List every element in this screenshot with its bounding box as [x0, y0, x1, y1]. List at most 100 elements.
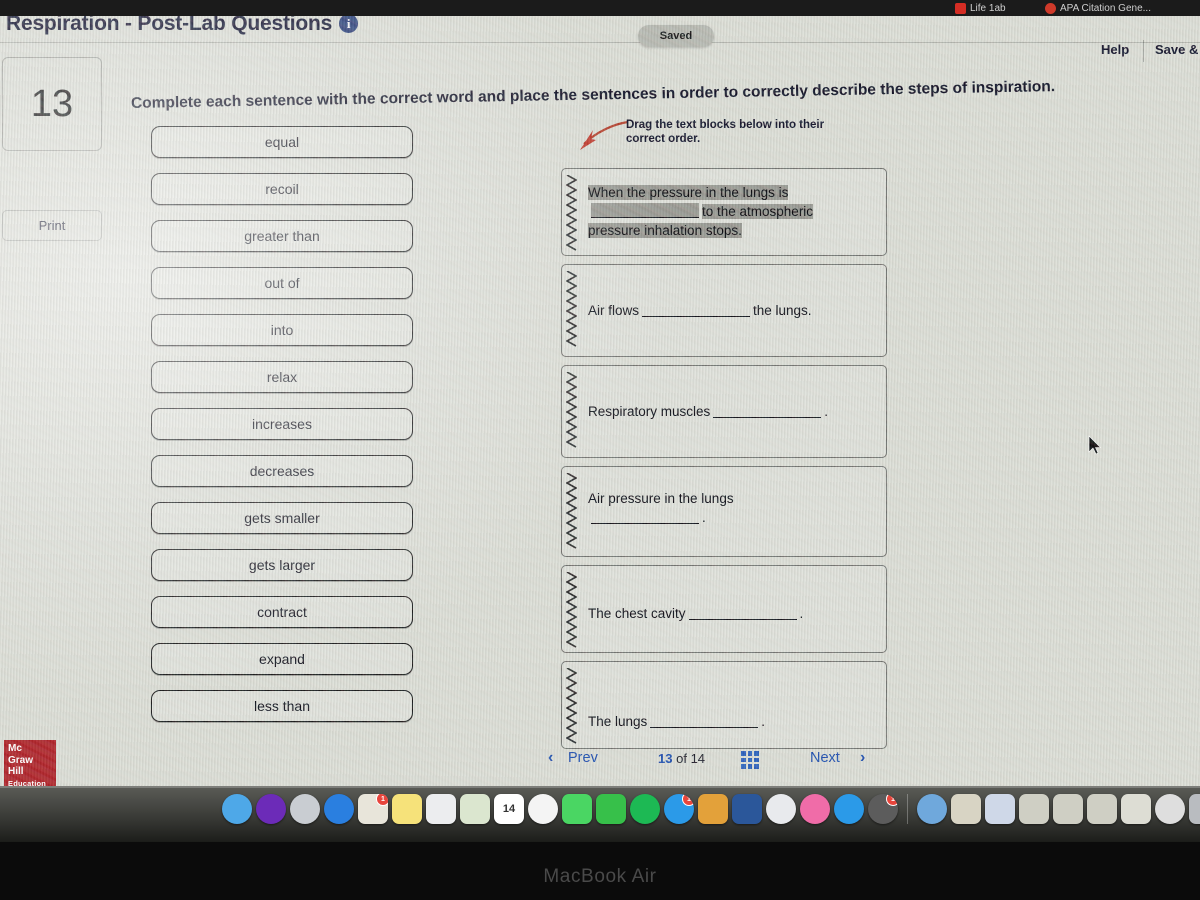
grid-view-icon[interactable] [741, 751, 759, 769]
sentence-part-1: Air pressure in the lungs [588, 491, 734, 506]
dock-icon-itunes[interactable] [800, 794, 830, 824]
curved-arrow-icon [580, 120, 629, 150]
dock-icon-news-document[interactable] [951, 794, 981, 824]
logo-line-4: Education [8, 778, 47, 787]
word-block[interactable]: expand [151, 643, 413, 675]
word-block[interactable]: greater than [151, 220, 413, 252]
sentence-part-1: Air flows [588, 303, 640, 318]
dock-icon-maps[interactable] [460, 794, 490, 824]
word-block[interactable]: decreases [151, 455, 413, 487]
dock-separator [907, 794, 908, 824]
dock-icon-download-2[interactable] [1053, 794, 1083, 824]
word-block[interactable]: recoil [151, 173, 413, 205]
dock-icon-label: 14 [502, 803, 516, 815]
sentence-part-2: . [824, 404, 829, 419]
dock-icon-safari[interactable] [324, 794, 354, 824]
macos-dock: 1 14 1 1 [0, 786, 1200, 842]
dock-icon-photos[interactable] [528, 794, 558, 824]
sentence-text: Air flows the lungs. [588, 275, 874, 320]
drag-hint-line-1: Drag the text blocks below into their [626, 119, 825, 131]
drag-handle-icon[interactable] [566, 473, 577, 549]
sentence-block[interactable]: The lungs. [561, 661, 887, 749]
blank-slot[interactable] [713, 403, 822, 418]
blank-slot[interactable] [642, 302, 751, 317]
sentence-part-2: to the atmospheric [702, 204, 814, 219]
browser-tab-apa-citation[interactable]: APA Citation Gene... [1045, 0, 1151, 16]
word-block[interactable]: contract [151, 596, 413, 628]
sentence-text: When the pressure in the lungs is to the… [588, 179, 874, 240]
dock-icon-finder[interactable] [222, 794, 252, 824]
next-chevron-icon[interactable]: › [860, 749, 865, 767]
blank-slot[interactable] [650, 713, 759, 728]
dock-icon-download-3[interactable] [1087, 794, 1117, 824]
drag-handle-icon[interactable] [566, 175, 577, 251]
drag-handle-icon[interactable] [566, 372, 577, 448]
sentence-part-2: . [761, 714, 766, 729]
drag-handle-icon[interactable] [566, 572, 577, 648]
status-badge: Saved [638, 25, 714, 47]
prev-button[interactable]: Prev [568, 750, 598, 766]
dock-icon-badge: 1 [682, 794, 694, 806]
word-block[interactable]: less than [151, 690, 413, 722]
next-button[interactable]: Next [810, 750, 840, 766]
sentence-block[interactable]: The chest cavity. [561, 565, 887, 653]
word-block[interactable]: into [151, 314, 413, 346]
sentence-text: The lungs. [588, 672, 874, 731]
word-block[interactable]: out of [151, 267, 413, 299]
laptop-screen: Life 1ab APA Citation Gene... Respiratio… [0, 0, 1200, 900]
print-button[interactable]: Print [2, 210, 102, 241]
dock-icon-siri[interactable] [256, 794, 286, 824]
word-block[interactable]: increases [151, 408, 413, 440]
instruction-text: Complete each sentence with the correct … [130, 78, 1056, 112]
word-block[interactable]: equal [151, 126, 413, 158]
sentence-block[interactable]: Air flows the lungs. [561, 264, 887, 357]
sentence-block[interactable]: When the pressure in the lungs is to the… [561, 168, 887, 256]
dock-icon-messages-blue[interactable]: 1 [664, 794, 694, 824]
dock-icon-calendar[interactable]: 14 [494, 794, 524, 824]
dock-icon-chrome-document[interactable] [1155, 794, 1185, 824]
dock-icon-textedit-document[interactable] [1121, 794, 1151, 824]
drag-handle-icon[interactable] [566, 668, 577, 744]
sentence-block[interactable]: Air pressure in the lungs . [561, 466, 887, 557]
laptop-model-label: MacBook Air [543, 866, 657, 887]
help-button[interactable]: Help [1101, 42, 1129, 57]
current-page: 13 [658, 751, 673, 766]
dock-icon-app-store[interactable] [834, 794, 864, 824]
blank-slot[interactable] [591, 509, 699, 524]
word-block[interactable]: gets smaller [151, 502, 413, 534]
blank-slot[interactable] [591, 203, 699, 218]
tab-title: APA Citation Gene... [1060, 2, 1151, 14]
dock-icon-trash[interactable] [1189, 794, 1200, 824]
dock-icon-spotify[interactable] [630, 794, 660, 824]
tab-favicon [955, 2, 966, 14]
dock-icon-system-preferences[interactable]: 1 [868, 794, 898, 824]
browser-tab-life-lab[interactable]: Life 1ab [955, 0, 1006, 16]
dock-icon-folder[interactable] [698, 794, 728, 824]
prev-chevron-icon[interactable]: ‹ [548, 749, 553, 767]
dock-icon-facetime[interactable] [596, 794, 626, 824]
info-icon[interactable]: i [339, 16, 359, 33]
dock-icon-word[interactable] [732, 794, 762, 824]
save-and-exit-button[interactable]: Save & [1155, 42, 1198, 57]
dock-icon-reminders[interactable] [426, 794, 456, 824]
sentence-drop-column: When the pressure in the lungs is to the… [561, 168, 887, 757]
dock-icon-mail[interactable]: 1 [358, 794, 388, 824]
pagination-nav: ‹ Prev 13 of 14 Next › [548, 747, 888, 773]
blank-slot[interactable] [688, 605, 797, 620]
dock-icon-notes[interactable] [392, 794, 422, 824]
dock-icon-launchpad[interactable] [290, 794, 320, 824]
word-block[interactable]: relax [151, 361, 413, 393]
dock-icon-chrome[interactable] [766, 794, 796, 824]
mcgraw-hill-logo: Mc Graw Hill Education [4, 740, 56, 786]
dock-icon-download-1[interactable] [1019, 794, 1049, 824]
page-counter: 13 of 14 [658, 751, 705, 766]
dock-icon-messages[interactable] [562, 794, 592, 824]
word-block[interactable]: gets larger [151, 549, 413, 581]
dock-icon-globe-document[interactable] [917, 794, 947, 824]
sentence-part-1: Respiratory muscles [588, 404, 711, 419]
sentence-part-1: When the pressure in the lungs is [588, 185, 789, 200]
dock-icon-blue-document[interactable] [985, 794, 1015, 824]
drag-handle-icon[interactable] [566, 271, 577, 347]
sentence-block[interactable]: Respiratory muscles. [561, 365, 887, 458]
total-pages: 14 [690, 751, 706, 766]
